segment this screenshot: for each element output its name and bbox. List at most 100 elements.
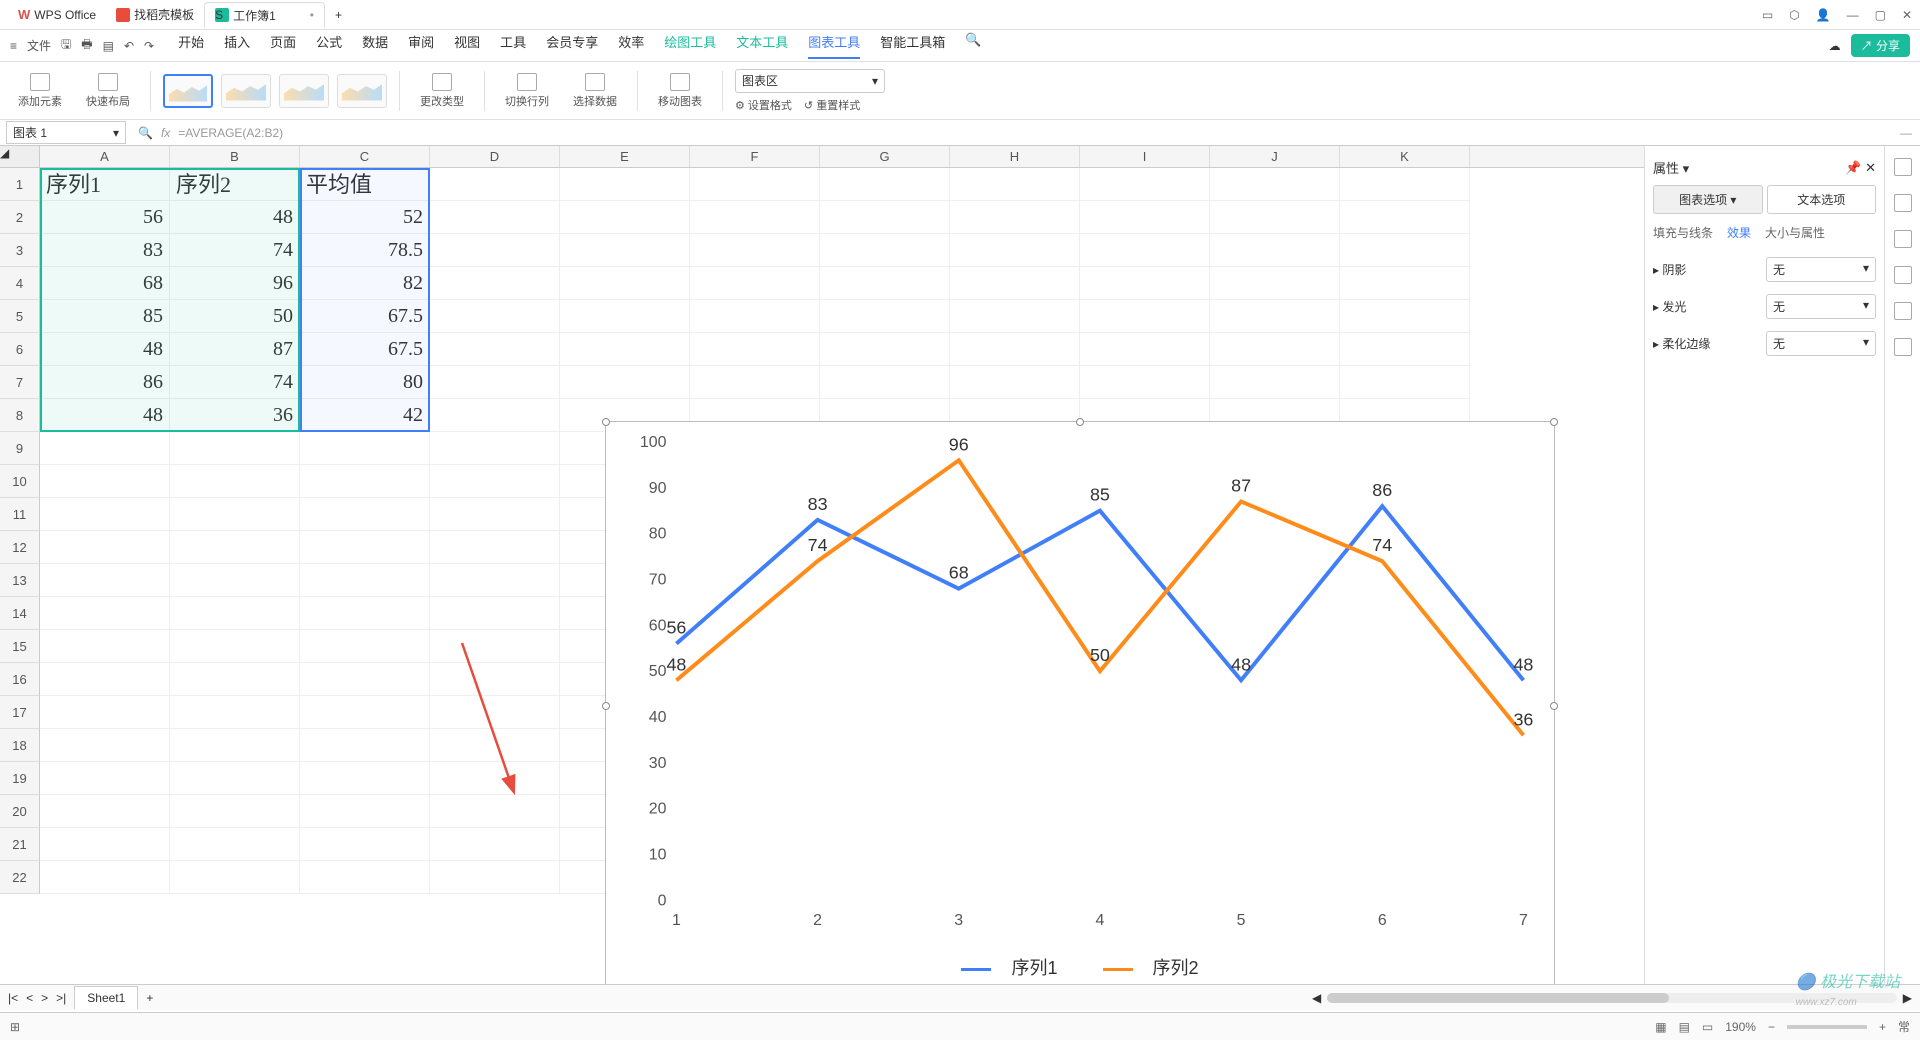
cell[interactable] — [430, 333, 560, 366]
cell[interactable] — [300, 531, 430, 564]
tab-formula[interactable]: 公式 — [316, 32, 342, 59]
cell[interactable] — [430, 399, 560, 432]
change-type-button[interactable]: 更改类型 — [412, 73, 472, 109]
zoom-value[interactable]: 190% — [1725, 1020, 1756, 1034]
col-header-B[interactable]: B — [170, 146, 300, 167]
cell[interactable] — [820, 366, 950, 399]
user-avatar-icon[interactable]: 👤 — [1816, 8, 1831, 22]
cell[interactable] — [560, 234, 690, 267]
cell[interactable] — [40, 663, 170, 696]
workbook-tab[interactable]: S工作簿1• — [204, 2, 325, 28]
row-header-2[interactable]: 2 — [0, 201, 40, 234]
cell[interactable] — [40, 861, 170, 894]
view-read-icon[interactable]: ▭ — [1702, 1020, 1713, 1034]
chart-handle-n[interactable] — [1076, 418, 1084, 426]
hscroll-left-icon[interactable]: ◀ — [1312, 991, 1321, 1005]
prop-soft-select[interactable]: 无▾ — [1766, 331, 1876, 356]
cell[interactable] — [40, 795, 170, 828]
row-header-22[interactable]: 22 — [0, 861, 40, 894]
cell[interactable] — [690, 234, 820, 267]
cell[interactable] — [430, 861, 560, 894]
col-header-H[interactable]: H — [950, 146, 1080, 167]
cell[interactable] — [430, 828, 560, 861]
cell[interactable] — [1340, 300, 1470, 333]
chart-handle-ne[interactable] — [1550, 418, 1558, 426]
cell[interactable]: 78.5 — [300, 234, 430, 267]
cell[interactable] — [170, 465, 300, 498]
row-header-19[interactable]: 19 — [0, 762, 40, 795]
cell[interactable] — [560, 300, 690, 333]
cell[interactable]: 36 — [170, 399, 300, 432]
chart-style-3[interactable] — [279, 74, 329, 108]
tab-draw-tools[interactable]: 绘图工具 — [664, 32, 716, 59]
row-header-10[interactable]: 10 — [0, 465, 40, 498]
tab-member[interactable]: 会员专享 — [546, 32, 598, 59]
cell[interactable] — [170, 531, 300, 564]
sheet-nav-first[interactable]: |< — [8, 991, 18, 1005]
formula-input[interactable]: =AVERAGE(A2:B2) — [178, 126, 283, 140]
side-filter-icon[interactable] — [1894, 266, 1912, 284]
tab-page[interactable]: 页面 — [270, 32, 296, 59]
file-menu[interactable]: 文件 — [27, 37, 51, 54]
props-tab-text[interactable]: 文本选项 — [1767, 185, 1877, 214]
tab-start[interactable]: 开始 — [178, 32, 204, 59]
col-header-J[interactable]: J — [1210, 146, 1340, 167]
row-header-12[interactable]: 12 — [0, 531, 40, 564]
col-header-K[interactable]: K — [1340, 146, 1470, 167]
row-header-11[interactable]: 11 — [0, 498, 40, 531]
cell[interactable] — [300, 432, 430, 465]
sheet-nav-last[interactable]: >| — [56, 991, 66, 1005]
prop-glow-select[interactable]: 无▾ — [1766, 294, 1876, 319]
row-header-6[interactable]: 6 — [0, 333, 40, 366]
cell[interactable] — [1210, 333, 1340, 366]
reset-style-button[interactable]: ↺ 重置样式 — [804, 97, 860, 113]
cell[interactable] — [430, 168, 560, 201]
cell[interactable] — [170, 432, 300, 465]
cell[interactable] — [1210, 267, 1340, 300]
cell[interactable] — [430, 300, 560, 333]
undo-icon[interactable]: ↶ — [124, 39, 134, 53]
col-header-A[interactable]: A — [40, 146, 170, 167]
cell[interactable] — [1210, 201, 1340, 234]
cell[interactable]: 48 — [170, 201, 300, 234]
cell[interactable] — [950, 201, 1080, 234]
cell[interactable] — [950, 234, 1080, 267]
cell[interactable] — [430, 597, 560, 630]
chart-handle-e[interactable] — [1550, 702, 1558, 710]
cell[interactable]: 序列2 — [170, 168, 300, 201]
col-header-E[interactable]: E — [560, 146, 690, 167]
cell[interactable]: 50 — [170, 300, 300, 333]
row-header-15[interactable]: 15 — [0, 630, 40, 663]
cell[interactable] — [1080, 168, 1210, 201]
row-header-3[interactable]: 3 — [0, 234, 40, 267]
prop-shadow-select[interactable]: 无▾ — [1766, 257, 1876, 282]
select-data-button[interactable]: 选择数据 — [565, 73, 625, 109]
cell[interactable] — [690, 333, 820, 366]
cell[interactable] — [170, 729, 300, 762]
cell[interactable] — [430, 531, 560, 564]
cell[interactable] — [40, 696, 170, 729]
cell[interactable] — [300, 696, 430, 729]
cell[interactable] — [300, 828, 430, 861]
cell[interactable] — [430, 564, 560, 597]
cell[interactable] — [430, 366, 560, 399]
cell[interactable] — [170, 564, 300, 597]
row-header-18[interactable]: 18 — [0, 729, 40, 762]
cell[interactable] — [300, 597, 430, 630]
cell[interactable] — [430, 498, 560, 531]
switch-rc-button[interactable]: 切换行列 — [497, 73, 557, 109]
cell[interactable] — [430, 762, 560, 795]
cell[interactable]: 67.5 — [300, 300, 430, 333]
add-sheet-button[interactable]: + — [146, 991, 153, 1005]
cell[interactable]: 96 — [170, 267, 300, 300]
cell[interactable] — [1080, 300, 1210, 333]
sheet-area[interactable]: ◢ A B C D E F G H I J K 1序列1序列2平均值256485… — [0, 146, 1644, 1006]
redo-icon[interactable]: ↷ — [144, 39, 154, 53]
row-header-7[interactable]: 7 — [0, 366, 40, 399]
cell[interactable] — [170, 696, 300, 729]
cell[interactable] — [1340, 366, 1470, 399]
close-panel-icon[interactable]: ✕ — [1865, 160, 1876, 175]
cell[interactable] — [40, 597, 170, 630]
cell[interactable]: 42 — [300, 399, 430, 432]
tab-view[interactable]: 视图 — [454, 32, 480, 59]
